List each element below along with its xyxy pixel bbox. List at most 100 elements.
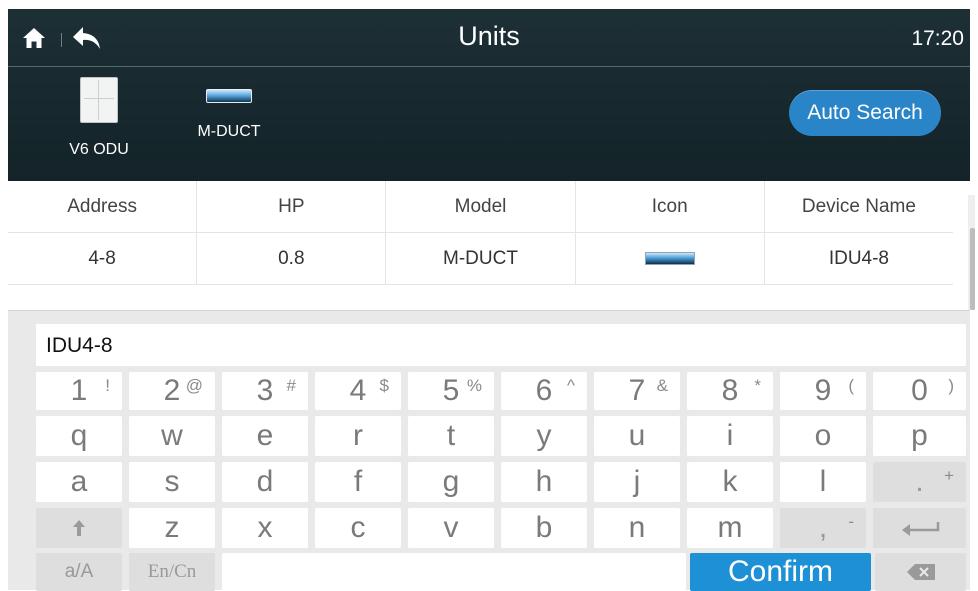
key-main: 9 xyxy=(814,374,832,407)
key-sub: + xyxy=(944,466,954,485)
scrollbar-thumb[interactable] xyxy=(970,228,975,310)
key-c[interactable]: c xyxy=(315,508,401,548)
key-x[interactable]: x xyxy=(222,508,308,548)
keyboard-input-field[interactable]: IDU4-8 xyxy=(36,324,966,366)
column-header-icon: Icon xyxy=(576,181,765,232)
key-j[interactable]: j xyxy=(594,462,680,502)
cell-address: 4-8 xyxy=(8,233,198,284)
key-9[interactable]: 9( xyxy=(780,372,866,410)
enter-icon xyxy=(901,522,939,536)
key-main: 4 xyxy=(349,374,367,407)
key-sub: ( xyxy=(848,376,854,395)
key-1[interactable]: 1! xyxy=(36,372,122,410)
key-s[interactable]: s xyxy=(129,462,215,502)
table-header-row: Address HP Model Icon Device Name xyxy=(8,181,953,233)
key-main: 2 xyxy=(163,374,181,407)
key-sub: @ xyxy=(185,376,203,395)
key-z[interactable]: z xyxy=(129,508,215,548)
key-g[interactable]: g xyxy=(408,462,494,502)
key-sub: # xyxy=(286,376,296,395)
key-sub: - xyxy=(848,512,854,531)
device-m-duct[interactable]: M-DUCT xyxy=(184,77,274,141)
column-header-hp: HP xyxy=(197,181,387,232)
auto-search-button[interactable]: Auto Search xyxy=(789,90,941,136)
key-sub: * xyxy=(754,376,761,395)
key-6[interactable]: 6 ^ xyxy=(501,372,587,410)
key-f[interactable]: f xyxy=(315,462,401,502)
cell-device-name[interactable]: IDU4-8 xyxy=(765,233,953,284)
key-n[interactable]: n xyxy=(594,508,680,548)
key-l[interactable]: l xyxy=(780,462,866,502)
key-2[interactable]: 2 @ xyxy=(129,372,215,410)
key-u[interactable]: u xyxy=(594,416,680,456)
confirm-button[interactable]: Confirm xyxy=(690,553,871,591)
page-title: Units xyxy=(458,21,520,51)
key-main: 7 xyxy=(628,374,646,407)
key-5[interactable]: 5% xyxy=(408,372,494,410)
key-4[interactable]: 4 $ xyxy=(315,372,401,410)
key-r[interactable]: r xyxy=(315,416,401,456)
key-sub: ) xyxy=(948,376,954,395)
key-sub: & xyxy=(656,376,668,395)
key-i[interactable]: i xyxy=(687,416,773,456)
key-main: 8 xyxy=(721,374,739,407)
key-main: 6 xyxy=(535,374,553,407)
key-e[interactable]: e xyxy=(222,416,308,456)
cell-icon xyxy=(576,233,765,284)
top-bar: Units 17:20 xyxy=(8,9,970,69)
key-h[interactable]: h xyxy=(501,462,587,502)
key-v[interactable]: v xyxy=(408,508,494,548)
key-0[interactable]: 0) xyxy=(873,372,966,410)
key-p[interactable]: p xyxy=(873,416,966,456)
key-sub: ! xyxy=(105,376,110,395)
key-sub: ^ xyxy=(567,376,575,395)
column-header-model: Model xyxy=(386,181,576,232)
space-key[interactable] xyxy=(222,553,686,591)
column-header-address: Address xyxy=(8,181,198,232)
enter-key[interactable] xyxy=(873,508,966,548)
cell-model: M-DUCT xyxy=(386,233,576,284)
header-divider xyxy=(8,66,970,67)
key-main: 1 xyxy=(70,374,88,407)
backspace-key[interactable] xyxy=(875,553,966,591)
key-w[interactable]: w xyxy=(129,416,215,456)
clock: 17:20 xyxy=(911,27,964,50)
language-toggle-key[interactable]: En/Cn xyxy=(129,553,215,591)
shift-icon xyxy=(73,520,85,536)
key-y[interactable]: y xyxy=(501,416,587,456)
key-main: 3 xyxy=(256,374,274,407)
key-sub: % xyxy=(466,376,482,395)
key-3[interactable]: 3 # xyxy=(222,372,308,410)
key-k[interactable]: k xyxy=(687,462,773,502)
key-main: . xyxy=(915,465,924,498)
key-q[interactable]: q xyxy=(36,416,122,456)
on-screen-keyboard: IDU4-8 1! 2 @ 3 # 4 $ 5% 6 ^ 7 & 8 * 9( 0) q w… xyxy=(8,310,970,591)
units-table: Address HP Model Icon Device Name 4-8 0.… xyxy=(8,181,953,285)
header: Units 17:20 V6 ODU M-DUCT Auto Search xyxy=(8,9,970,181)
odu-icon xyxy=(80,77,118,123)
duct-icon xyxy=(644,252,695,265)
column-header-device-name: Device Name xyxy=(801,195,916,217)
cell-hp: 0.8 xyxy=(197,233,387,284)
table-row[interactable]: 4-8 0.8 M-DUCT IDU4-8 xyxy=(8,233,953,285)
key-o[interactable]: o xyxy=(780,416,866,456)
key-t[interactable]: t xyxy=(408,416,494,456)
key-sub: $ xyxy=(379,376,389,395)
key-main: , xyxy=(818,511,828,544)
key-b[interactable]: b xyxy=(501,508,587,548)
key-7[interactable]: 7 & xyxy=(594,372,680,410)
key-8[interactable]: 8 * xyxy=(687,372,773,410)
backspace-icon xyxy=(906,564,935,580)
key-period[interactable]: . + xyxy=(873,462,966,502)
key-main: 5 xyxy=(442,374,460,407)
device-label: V6 ODU xyxy=(69,141,129,158)
key-main: 0 xyxy=(911,374,928,407)
shift-key[interactable] xyxy=(36,508,122,548)
key-m[interactable]: m xyxy=(687,508,773,548)
device-v6-odu[interactable]: V6 ODU xyxy=(56,77,142,159)
key-d[interactable]: d xyxy=(222,462,308,502)
device-label: M-DUCT xyxy=(197,123,261,140)
key-comma[interactable]: ,- xyxy=(780,508,866,548)
key-a[interactable]: a xyxy=(36,462,122,502)
case-toggle-key[interactable]: a/A xyxy=(36,553,122,591)
